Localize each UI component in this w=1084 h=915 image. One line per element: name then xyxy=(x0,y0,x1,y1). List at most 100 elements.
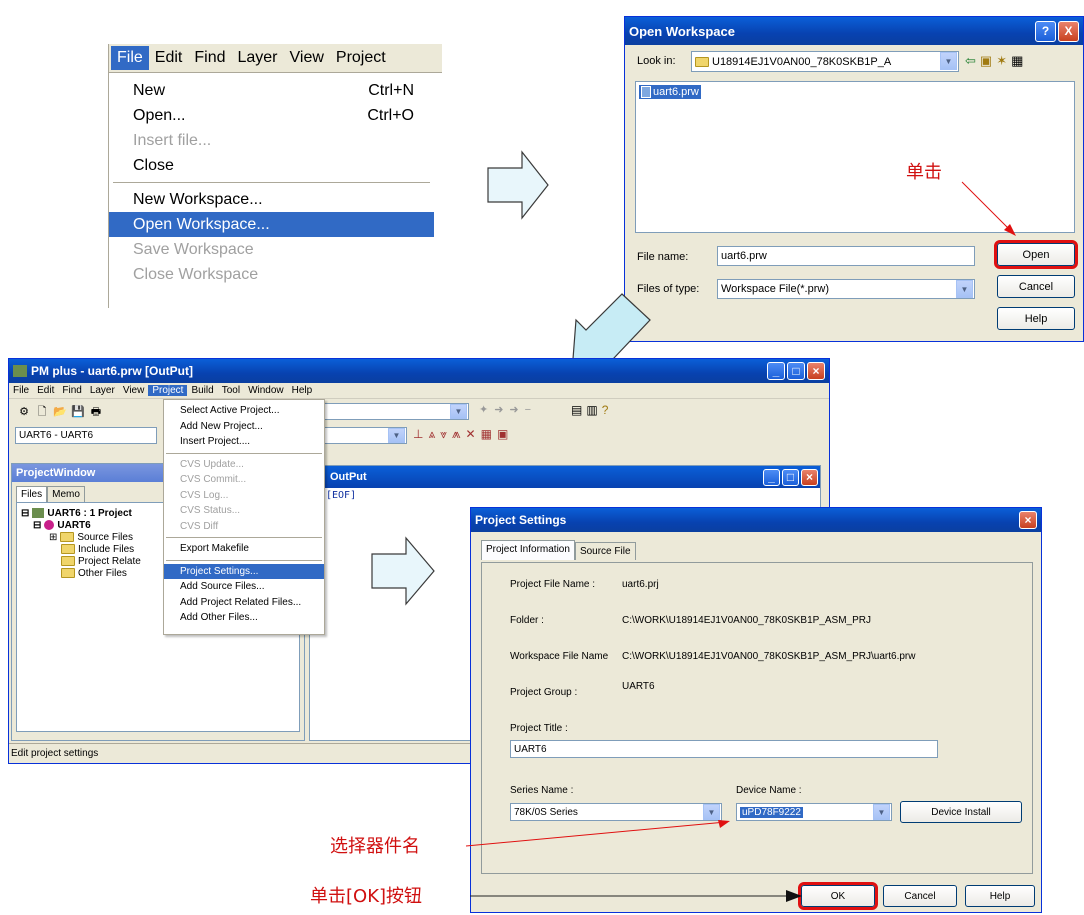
open-workspace-dialog: Open Workspace ? X Look in: U18914EJ1V0A… xyxy=(624,16,1084,342)
output-text: [EOF] xyxy=(326,490,357,501)
menu-item-new[interactable]: New Ctrl+N xyxy=(109,78,434,103)
folder-icon xyxy=(695,56,709,67)
device-name-select[interactable]: uPD78F9222 ▼ xyxy=(736,803,892,821)
minimize-icon[interactable]: _ xyxy=(763,468,780,486)
annotation-line-ok xyxy=(470,890,802,902)
menu-item-save-workspace: Save Workspace xyxy=(133,240,254,258)
close-icon[interactable]: × xyxy=(801,468,818,486)
tab-files[interactable]: Files xyxy=(16,486,48,502)
pm-menu-tool[interactable]: Tool xyxy=(218,385,244,396)
window-icons[interactable]: ▤▥? xyxy=(571,403,612,417)
pm-title: PM plus - uart6.prw [OutPut] xyxy=(31,364,193,378)
annotation-click-ok: 单击[OK]按钮 xyxy=(310,886,423,907)
close-icon[interactable]: × xyxy=(807,362,825,380)
new-file-icon[interactable]: 🗋 xyxy=(34,404,50,420)
help-button[interactable]: Help xyxy=(965,885,1035,907)
pm-toolbar-2: UART6 - UART6 ▼ ⊥⩓⩔⩕✕▦▣ xyxy=(9,425,829,447)
menu-file[interactable]: File xyxy=(111,46,149,70)
menu-edit[interactable]: Edit xyxy=(149,49,189,67)
open-button[interactable]: Open xyxy=(994,240,1078,269)
annotation-select-device: 选择器件名 xyxy=(330,836,420,857)
pm-menu-find[interactable]: Find xyxy=(58,385,85,396)
pm-menu-window[interactable]: Window xyxy=(244,385,288,396)
look-in-combo[interactable]: U18914EJ1V0AN00_78K0SKB1P_A ▼ xyxy=(691,51,959,72)
pm-menu-layer[interactable]: Layer xyxy=(86,385,119,396)
pm-menu-project[interactable]: Project xyxy=(148,385,188,396)
file-menu-panel: File Edit Find Layer View Project New Ctr… xyxy=(108,44,442,308)
menu-item-insert-file: Insert file... xyxy=(133,131,212,149)
pm-menu-view[interactable]: View xyxy=(119,385,149,396)
project-file-name-label: Project File Name : xyxy=(510,579,596,590)
help-icon[interactable]: ? xyxy=(1035,20,1056,42)
menu-item-add-new-project[interactable]: Add New Project... xyxy=(164,419,324,435)
app-icon xyxy=(13,365,27,377)
menu-item-add-other-files[interactable]: Add Other Files... xyxy=(164,610,324,626)
project-title-input[interactable]: UART6 xyxy=(510,740,938,758)
menu-item-project-settings[interactable]: Project Settings... xyxy=(164,563,324,579)
help-button[interactable]: Help xyxy=(997,307,1075,330)
ok-button[interactable]: OK xyxy=(798,882,878,910)
toolbar-combo-1[interactable]: ▼ xyxy=(323,403,469,420)
close-icon[interactable]: × xyxy=(1019,511,1037,529)
folder-icon xyxy=(61,544,75,554)
menu-separator xyxy=(166,537,322,538)
menu-item-close[interactable]: Close xyxy=(109,153,434,178)
menu-item-export-makefile[interactable]: Export Makefile xyxy=(164,541,324,557)
project-combo[interactable]: UART6 - UART6 xyxy=(15,427,157,444)
pm-menu-build[interactable]: Build xyxy=(187,385,217,396)
pm-menubar: File Edit Find Layer View Project Build … xyxy=(9,383,829,399)
print-icon[interactable]: 🖶 xyxy=(88,404,104,420)
project-group-label: Project Group : xyxy=(510,687,578,698)
chevron-down-icon: ▼ xyxy=(450,404,467,419)
view-menu-icon[interactable]: ▦ xyxy=(1011,53,1027,68)
menu-item-close-workspace: Close Workspace xyxy=(133,265,259,283)
pm-menu-edit[interactable]: Edit xyxy=(33,385,58,396)
maximize-icon[interactable]: □ xyxy=(782,468,799,486)
workspace-icon[interactable]: ⚙ xyxy=(16,404,32,420)
back-icon[interactable]: ⇦ xyxy=(965,53,980,68)
menu-item-add-project-related-files[interactable]: Add Project Related Files... xyxy=(164,595,324,611)
pm-toolbar-1: ⚙ 🗋 📂 💾 🖶 ▼ ✦➜➜− ▤▥? xyxy=(9,399,829,425)
workspace-file-icon xyxy=(641,86,651,98)
output-titlebar: OutPut _ □ × xyxy=(310,466,820,488)
cancel-button[interactable]: Cancel xyxy=(883,885,957,907)
toolbar-combo-2[interactable]: ▼ xyxy=(323,427,407,444)
menu-item-add-source-files[interactable]: Add Source Files... xyxy=(164,579,324,595)
menu-item-cvs-diff: CVS Diff xyxy=(180,520,219,532)
menu-find[interactable]: Find xyxy=(188,49,231,67)
tab-memo[interactable]: Memo xyxy=(47,486,85,502)
minimize-icon[interactable]: _ xyxy=(767,362,785,380)
build-icons[interactable]: ⊥⩓⩔⩕✕▦▣ xyxy=(413,427,513,442)
menu-item-insert-project[interactable]: Insert Project.... xyxy=(164,434,324,450)
menu-item-open[interactable]: Open... Ctrl+O xyxy=(109,103,434,128)
ps-titlebar: Project Settings × xyxy=(471,508,1041,532)
pm-menu-help[interactable]: Help xyxy=(288,385,317,396)
file-item[interactable]: uart6.prw xyxy=(639,85,701,99)
save-icon[interactable]: 💾 xyxy=(70,404,86,420)
nav-arrows-icon[interactable]: ✦➜➜− xyxy=(479,403,537,416)
folder-label: Folder : xyxy=(510,615,544,626)
menu-view[interactable]: View xyxy=(284,49,330,67)
tab-source-file[interactable]: Source File xyxy=(574,542,636,560)
cancel-button[interactable]: Cancel xyxy=(997,275,1075,298)
folder-icon xyxy=(60,532,75,542)
menu-item-new-workspace[interactable]: New Workspace... xyxy=(109,187,434,212)
open-folder-icon[interactable]: 📂 xyxy=(52,404,68,420)
tab-project-information[interactable]: Project Information xyxy=(481,540,575,560)
file-name-input[interactable]: uart6.prw xyxy=(717,246,975,266)
files-of-type-select[interactable]: Workspace File(*.prw) ▼ xyxy=(717,279,975,299)
up-folder-icon[interactable]: ▣ xyxy=(980,53,996,68)
menu-item-open-workspace[interactable]: Open Workspace... xyxy=(109,212,434,237)
close-icon[interactable]: X xyxy=(1058,20,1079,42)
workspace-file-name-label: Workspace File Name xyxy=(510,651,609,662)
menu-item-select-active-project[interactable]: Select Active Project... xyxy=(164,403,324,419)
device-install-button[interactable]: Device Install xyxy=(900,801,1022,823)
maximize-icon[interactable]: □ xyxy=(787,362,805,380)
menu-project[interactable]: Project xyxy=(330,49,392,67)
new-folder-icon[interactable]: ✶ xyxy=(996,53,1011,68)
pm-menu-file[interactable]: File xyxy=(9,385,33,396)
arrow-right-icon xyxy=(371,536,435,606)
project-title-label: Project Title : xyxy=(510,723,568,734)
menu-item-cvs-log: CVS Log... xyxy=(180,489,229,501)
menu-layer[interactable]: Layer xyxy=(231,49,283,67)
